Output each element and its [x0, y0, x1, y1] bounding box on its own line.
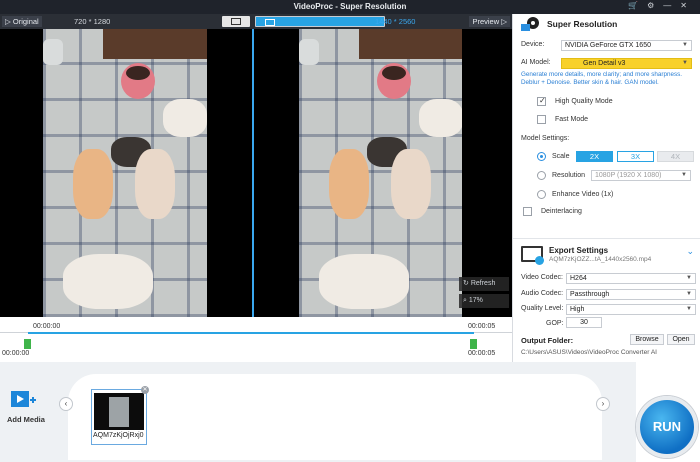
deinterlacing-label: Deinterlacing	[541, 208, 582, 215]
gop-label: GOP:	[546, 320, 564, 327]
close-icon[interactable]: ✕	[141, 386, 149, 394]
scale-4x-button[interactable]: 4X	[657, 151, 694, 162]
export-title: Export Settings	[549, 246, 609, 255]
output-path: C:\Users\ASUS\Videos\VideoProc Converter…	[521, 349, 657, 356]
zoom-indicator[interactable]: ⌕ 17%	[459, 294, 509, 308]
gear-icon[interactable]: ⚙	[647, 1, 663, 10]
minimize-icon[interactable]: —	[663, 1, 680, 10]
quality-label: Quality Level:	[521, 305, 564, 312]
export-filename: AQM7zKjOZZ...tA_1440x2560.mp4	[549, 256, 652, 263]
original-video	[43, 29, 207, 317]
audio-codec-label: Audio Codec:	[521, 290, 564, 297]
window-controls: 🛒⚙—✕	[628, 1, 696, 10]
timeline-end-time: 00:00:05	[468, 350, 496, 357]
chevron-down-icon: ▼	[681, 172, 687, 178]
model-settings-label: Model Settings:	[521, 135, 570, 142]
deinterlacing-checkbox[interactable]	[523, 207, 532, 216]
scroll-left-button[interactable]: ‹	[59, 397, 73, 411]
preview-button[interactable]: Preview ▷	[469, 16, 510, 27]
chevron-down-icon: ▼	[682, 60, 688, 66]
ai-model-description: Generate more details, more clarity; and…	[521, 71, 682, 86]
preview-area: ▷ Original 720 * 1280 1440 * 2560 Previe…	[0, 14, 512, 317]
resolution-select[interactable]: 1080P (1920 X 1080) ▼	[591, 170, 691, 181]
add-media-icon[interactable]	[10, 388, 36, 410]
fast-mode-label: Fast Mode	[555, 116, 589, 123]
enhance-radio[interactable]	[537, 190, 546, 199]
close-icon[interactable]: ✕	[680, 1, 696, 10]
app-window: VideoProc - Super Resolution 🛒⚙—✕ ▷ Orig…	[0, 0, 700, 462]
gop-input[interactable]: 30	[566, 317, 602, 328]
chevron-down-icon: ▼	[686, 291, 692, 297]
zoom-icon: ⌕	[463, 297, 467, 304]
video-codec-label: Video Codec:	[521, 274, 563, 281]
split-view-toggle[interactable]	[255, 16, 385, 27]
audio-codec-select[interactable]: Passthrough ▼	[566, 289, 696, 300]
video-codec-select[interactable]: H264 ▼	[566, 273, 696, 284]
timeline: 00:00:00 00:00:05 00:00:00 00:00:05	[0, 317, 512, 362]
quality-select[interactable]: High ▼	[566, 304, 696, 315]
thumbnail-name: AQM7zKjOjRxj0	[93, 432, 144, 439]
window-title: VideoProc - Super Resolution	[293, 2, 407, 11]
media-area: Add Media ‹ › AQM7zKjOjRxj0 ✕	[0, 362, 636, 462]
export-gear-icon	[535, 256, 544, 265]
refresh-button[interactable]: ↻ Refresh	[459, 277, 509, 291]
title-bar: VideoProc - Super Resolution 🛒⚙—✕	[0, 0, 700, 14]
high-quality-checkbox[interactable]	[537, 96, 546, 106]
trim-start-handle[interactable]	[24, 339, 31, 349]
scale-2x-button[interactable]: 2X	[576, 151, 613, 162]
device-select[interactable]: NVIDIA GeForce GTX 1650 ▼	[561, 40, 692, 51]
run-button[interactable]: RUN	[636, 396, 698, 458]
original-button[interactable]: ▷ Original	[2, 16, 42, 27]
output-resolution: 1440 * 2560	[375, 17, 416, 26]
settings-title: Super Resolution	[547, 19, 618, 29]
scale-3x-button[interactable]: 3X	[617, 151, 654, 162]
output-video	[299, 29, 462, 317]
scroll-right-button[interactable]: ›	[596, 397, 610, 411]
super-resolution-icon	[521, 17, 539, 31]
trim-end-handle[interactable]	[470, 339, 477, 349]
ai-model-select[interactable]: Gen Detail v3 ▼	[561, 58, 692, 69]
browse-button[interactable]: Browse	[630, 334, 664, 345]
refresh-icon: ↻	[463, 280, 469, 287]
resolution-label: Resolution	[552, 172, 586, 179]
open-button[interactable]: Open	[667, 334, 695, 345]
original-resolution: 720 * 1280	[74, 17, 111, 26]
split-divider[interactable]	[252, 29, 254, 317]
add-media-label[interactable]: Add Media	[7, 415, 45, 424]
timeline-track[interactable]	[28, 332, 474, 334]
chevron-down-icon: ▼	[686, 275, 692, 281]
scale-label: Scale	[552, 153, 570, 160]
ai-model-label: AI Model:	[521, 59, 551, 66]
cart-icon[interactable]: 🛒	[628, 1, 647, 10]
fast-mode-checkbox[interactable]	[537, 115, 546, 124]
chevron-down-icon: ▼	[682, 42, 688, 48]
trim-start-time: 00:00:00	[33, 323, 61, 330]
media-thumbnail[interactable]: AQM7zKjOjRxj0 ✕	[91, 386, 149, 445]
resolution-radio[interactable]	[537, 171, 546, 180]
output-pane-header: 1440 * 2560 Preview ▷	[253, 14, 512, 29]
timeline-start-time: 00:00:00	[2, 350, 30, 357]
scale-radio[interactable]	[537, 152, 546, 161]
expand-icon[interactable]: ⌄	[686, 246, 694, 257]
original-pane-header: ▷ Original 720 * 1280	[0, 14, 253, 29]
trim-end-time: 00:00:05	[468, 323, 496, 330]
enhance-label: Enhance Video (1x)	[552, 191, 614, 198]
device-label: Device:	[521, 41, 545, 48]
high-quality-label: High Quality Mode	[555, 98, 613, 105]
output-folder-label: Output Folder:	[521, 336, 574, 345]
single-view-toggle[interactable]	[222, 16, 250, 27]
chevron-down-icon: ▼	[686, 306, 692, 312]
